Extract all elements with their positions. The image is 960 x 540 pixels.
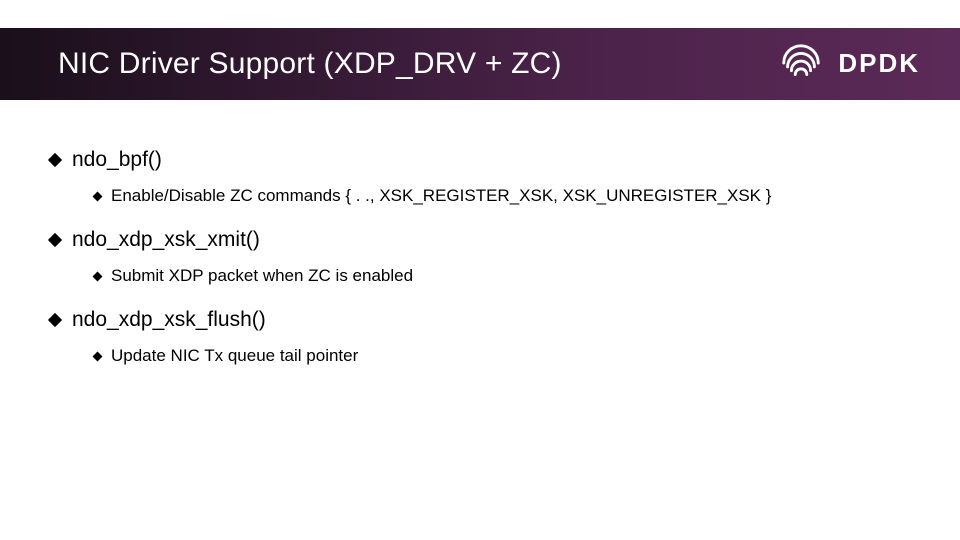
sub-bullet-label: Update NIC Tx queue tail pointer xyxy=(111,346,358,366)
sub-bullet-row: Submit XDP packet when ZC is enabled xyxy=(94,266,910,286)
dpdk-swirl-icon xyxy=(778,40,824,86)
sub-bullet-label: Enable/Disable ZC commands { . ., XSK_RE… xyxy=(111,186,771,206)
sub-bullet-list: Update NIC Tx queue tail pointer xyxy=(94,346,910,366)
sub-bullet-list: Submit XDP packet when ZC is enabled xyxy=(94,266,910,286)
bullet-row: ndo_xdp_xsk_flush() xyxy=(50,308,910,332)
slide-title: NIC Driver Support (XDP_DRV + ZC) xyxy=(58,47,562,81)
content-area: ndo_bpf() Enable/Disable ZC commands { .… xyxy=(50,148,910,388)
list-item: Enable/Disable ZC commands { . ., XSK_RE… xyxy=(94,186,910,206)
list-item: Update NIC Tx queue tail pointer xyxy=(94,346,910,366)
diamond-icon xyxy=(48,313,62,327)
header-band: NIC Driver Support (XDP_DRV + ZC) DPDK xyxy=(0,28,960,100)
brand-text: DPDK xyxy=(838,48,920,79)
bullet-label: ndo_xdp_xsk_flush() xyxy=(72,308,266,332)
list-item: ndo_bpf() Enable/Disable ZC commands { .… xyxy=(50,148,910,206)
list-item: ndo_xdp_xsk_xmit() Submit XDP packet whe… xyxy=(50,228,910,286)
sub-bullet-row: Enable/Disable ZC commands { . ., XSK_RE… xyxy=(94,186,910,206)
bullet-list: ndo_bpf() Enable/Disable ZC commands { .… xyxy=(50,148,910,366)
bullet-row: ndo_bpf() xyxy=(50,148,910,172)
diamond-icon xyxy=(93,351,103,361)
slide: NIC Driver Support (XDP_DRV + ZC) DPDK n… xyxy=(0,0,960,540)
diamond-icon xyxy=(48,153,62,167)
bullet-row: ndo_xdp_xsk_xmit() xyxy=(50,228,910,252)
sub-bullet-list: Enable/Disable ZC commands { . ., XSK_RE… xyxy=(94,186,910,206)
diamond-icon xyxy=(93,271,103,281)
bullet-label: ndo_bpf() xyxy=(72,148,162,172)
brand-logo: DPDK xyxy=(778,40,920,86)
diamond-icon xyxy=(48,233,62,247)
sub-bullet-row: Update NIC Tx queue tail pointer xyxy=(94,346,910,366)
bullet-label: ndo_xdp_xsk_xmit() xyxy=(72,228,260,252)
list-item: Submit XDP packet when ZC is enabled xyxy=(94,266,910,286)
diamond-icon xyxy=(93,191,103,201)
list-item: ndo_xdp_xsk_flush() Update NIC Tx queue … xyxy=(50,308,910,366)
sub-bullet-label: Submit XDP packet when ZC is enabled xyxy=(111,266,413,286)
